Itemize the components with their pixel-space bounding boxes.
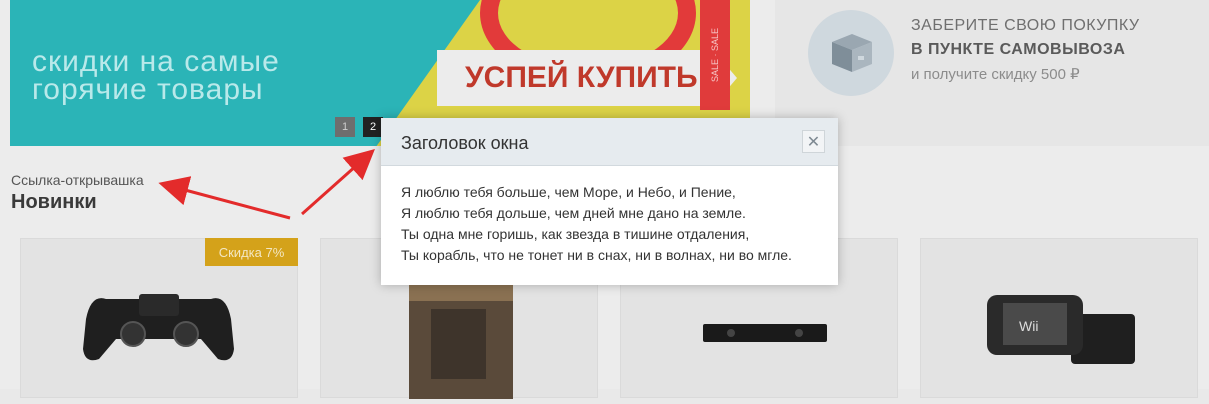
discount-badge: Скидка 7%	[205, 238, 298, 266]
banner-tagline-line1: скидки на самые	[32, 45, 280, 78]
banner-sale-tape: SALE · SALE	[700, 0, 730, 110]
slider-pagination: 1 2	[335, 117, 383, 137]
promo-line-2: В ПУНКТЕ САМОВЫВОЗА	[911, 41, 1126, 58]
opener-link[interactable]: Ссылка-открывашка	[11, 172, 144, 188]
banner-cta-button[interactable]: УСПЕЙ КУПИТЬ	[437, 50, 737, 106]
modal-line-1: Я люблю тебя больше, чем Море, и Небо, и…	[401, 184, 736, 200]
svg-text:Wii: Wii	[1019, 318, 1038, 334]
box-icon	[808, 10, 894, 96]
banner-tagline: скидки на самые горячие товары	[32, 45, 332, 106]
section-title: Новинки	[11, 191, 97, 213]
console-image: Wii	[987, 295, 1135, 364]
banner-tagline-line2: горячие товары	[32, 73, 264, 106]
modal-title: Заголовок окна	[401, 133, 529, 153]
slider-dot-2[interactable]: 2	[363, 117, 383, 137]
modal-line-2: Я люблю тебя дольше, чем дней мне дано н…	[401, 205, 746, 221]
promo-line-3: и получите скидку 500 ₽	[911, 66, 1080, 83]
slider-dot-1[interactable]: 1	[335, 117, 355, 137]
modal-line-4: Ты корабль, что не тонет ни в снах, ни в…	[401, 247, 792, 263]
pickup-promo[interactable]: ЗАБЕРИТЕ СВОЮ ПОКУПКУ В ПУНКТЕ САМОВЫВОЗ…	[775, 0, 1209, 146]
modal-header: Заголовок окна ✕	[381, 118, 838, 166]
product-card[interactable]: Wii	[920, 238, 1198, 398]
close-icon[interactable]: ✕	[802, 130, 825, 153]
modal-body: Я люблю тебя больше, чем Море, и Небо, и…	[401, 182, 792, 266]
modal-window: Заголовок окна ✕ Я люблю тебя больше, че…	[381, 118, 838, 285]
promo-line-1: ЗАБЕРИТЕ СВОЮ ПОКУПКУ	[911, 17, 1140, 34]
modal-line-3: Ты одна мне горишь, как звезда в тишине …	[401, 226, 750, 242]
